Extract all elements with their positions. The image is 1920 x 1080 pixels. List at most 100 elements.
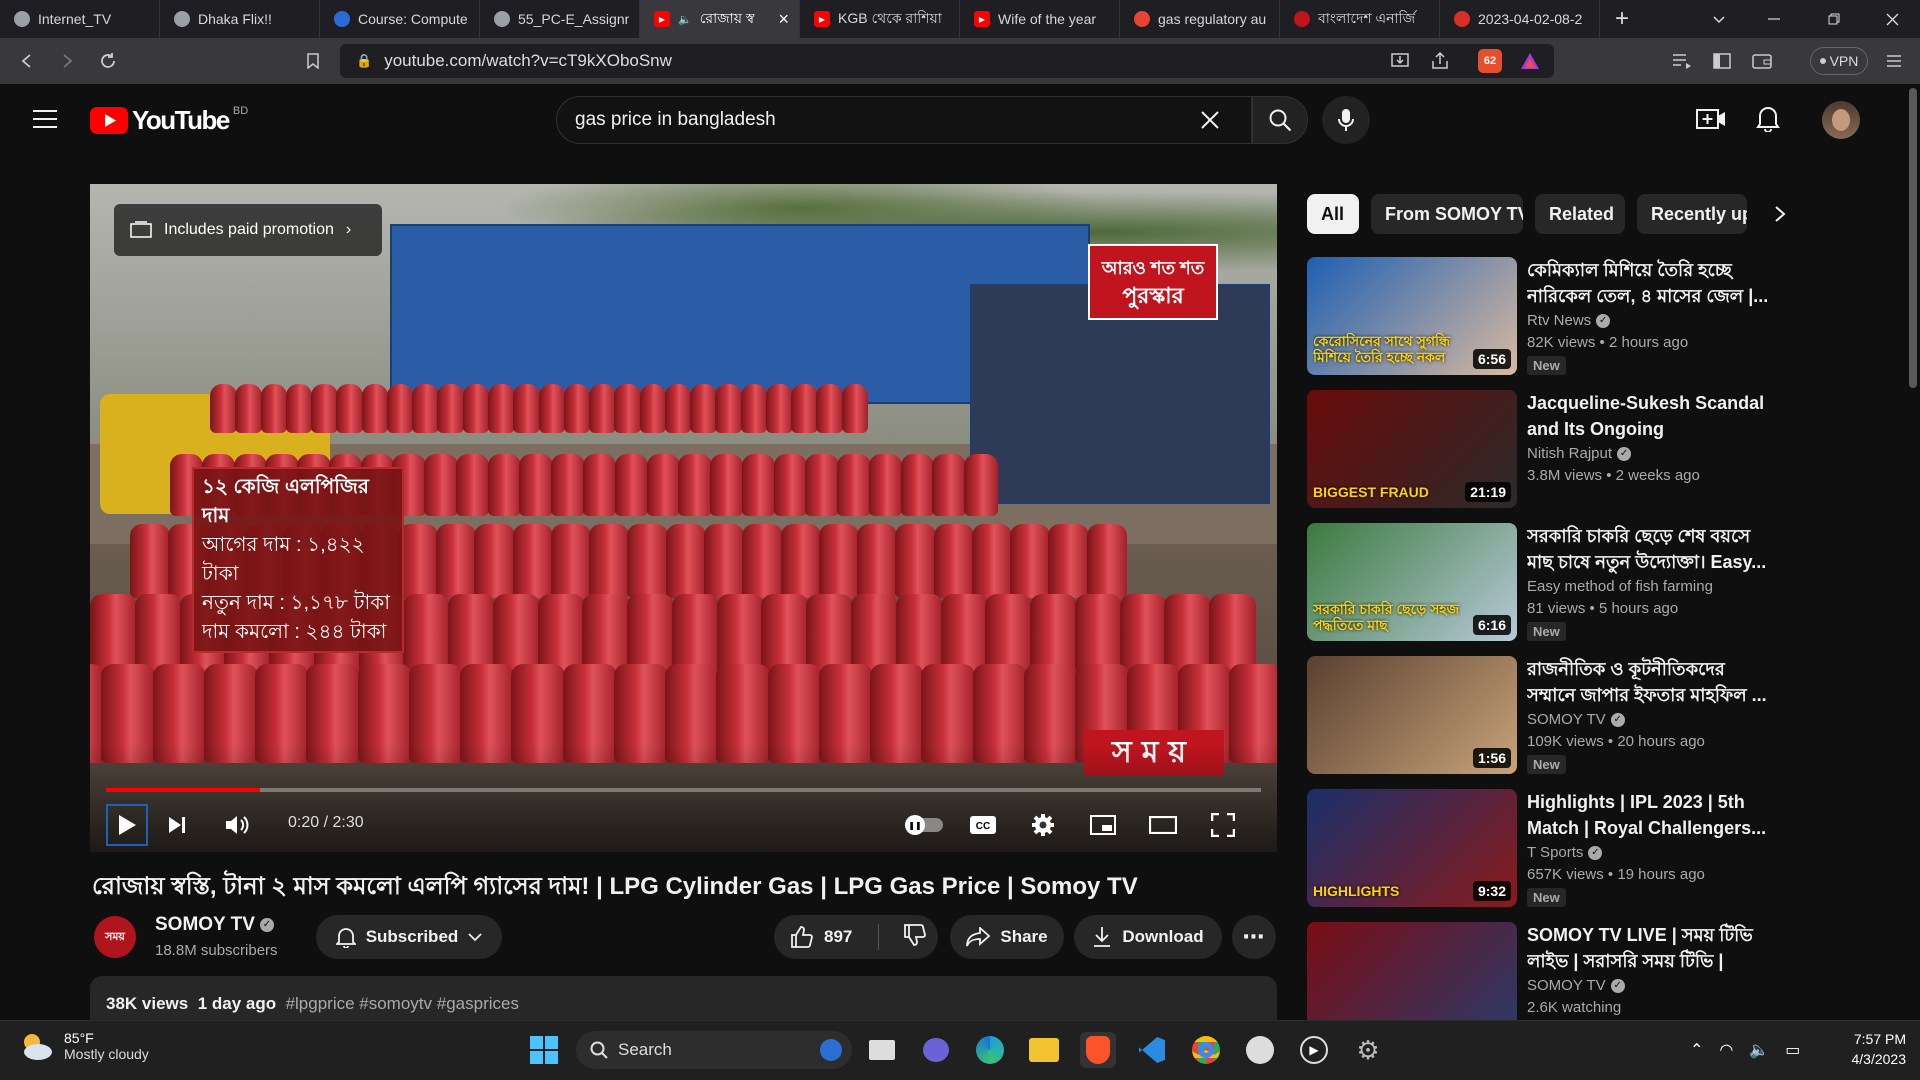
start-button[interactable] (526, 1032, 562, 1068)
recommendation-title[interactable]: Highlights | IPL 2023 | 5th Match | Roya… (1527, 789, 1777, 841)
browser-tab[interactable]: ▶ Wife of the year (960, 0, 1120, 38)
vpn-button[interactable]: VPN (1810, 47, 1868, 75)
edge-app[interactable] (972, 1032, 1008, 1068)
volume-button[interactable] (216, 804, 258, 846)
video-thumbnail[interactable]: HIGHLIGHTS 9:32 (1307, 789, 1517, 907)
recommendation-item[interactable]: BIGGEST FRAUD 21:19 Jacqueline-Sukesh Scan… (1307, 390, 1777, 508)
file-explorer-app[interactable] (1026, 1032, 1062, 1068)
video-thumbnail[interactable]: BIGGEST FRAUD 21:19 (1307, 390, 1517, 508)
playlist-button[interactable] (1670, 49, 1694, 73)
minimize-button[interactable] (1750, 0, 1798, 38)
autoplay-toggle[interactable]: ❚❚ (904, 804, 946, 846)
browser-tab[interactable]: ▶ 🔈 রোজায় স্ব × (640, 0, 800, 38)
settings-app[interactable]: ⚙ (1350, 1032, 1386, 1068)
recommendation-title[interactable]: সরকারি চাকরি ছেড়ে শেষ বয়সে মাছ চাষে নত… (1527, 523, 1777, 575)
channel-avatar[interactable]: সময় (94, 916, 136, 958)
tab-list-button[interactable] (1695, 0, 1743, 38)
sidebar-button[interactable] (1710, 49, 1734, 73)
brave-app[interactable] (1080, 1032, 1116, 1068)
back-button[interactable] (16, 50, 38, 72)
miniplayer-button[interactable] (1082, 804, 1124, 846)
recommendation-channel[interactable]: Easy method of fish farming (1527, 578, 1713, 595)
reload-button[interactable] (97, 50, 119, 72)
hashtags[interactable]: #lpgprice #somoytv #gasprices (286, 994, 519, 1013)
youtube-logo[interactable]: YouTube BD (90, 105, 248, 136)
maximize-button[interactable] (1810, 0, 1858, 38)
recommendation-channel[interactable]: Nitish Rajput ✓ (1527, 445, 1632, 462)
recommendation-channel[interactable]: Rtv News ✓ (1527, 312, 1611, 329)
task-view-button[interactable] (864, 1032, 900, 1068)
paid-promotion-label[interactable]: Includes paid promotion › (114, 204, 382, 256)
recommendation-item[interactable]: সরকারি চাকরি ছেড়ে সহজ পদ্ধতিতে মাছ 6:16 স… (1307, 523, 1777, 641)
notifications-button[interactable] (1756, 104, 1784, 134)
wallet-button[interactable] (1750, 49, 1774, 73)
forward-button[interactable] (56, 50, 78, 72)
fullscreen-button[interactable] (1202, 804, 1244, 846)
filter-chip[interactable]: All (1307, 194, 1359, 234)
recommendation-channel[interactable]: SOMOY TV ✓ (1527, 711, 1625, 728)
bookmark-button[interactable] (302, 50, 324, 72)
settings-button[interactable] (1022, 804, 1064, 846)
browser-tab[interactable]: Dhaka Flix!! (160, 0, 320, 38)
like-button[interactable]: 897 (790, 925, 852, 949)
page-scrollbar[interactable] (1906, 84, 1920, 1020)
browser-menu-button[interactable] (1882, 49, 1906, 73)
filter-chip[interactable]: Recently up (1637, 194, 1747, 234)
search-input[interactable]: gas price in bangladesh (556, 96, 1252, 144)
video-thumbnail[interactable]: 1:56 (1307, 656, 1517, 774)
video-thumbnail[interactable]: কেরোসিনের সাথে সুগন্ধি মিশিয়ে তৈরি হচ্ছ… (1307, 257, 1517, 375)
play-button[interactable] (106, 804, 148, 846)
teams-chat-app[interactable] (918, 1032, 954, 1068)
recommendation-item[interactable]: HIGHLIGHTS 9:32 Highlights | IPL 2023 | 5t… (1307, 789, 1777, 907)
guide-menu-button[interactable] (32, 108, 58, 132)
clock-app[interactable] (1242, 1032, 1278, 1068)
filter-chip[interactable]: From SOMOY TV (1371, 194, 1523, 234)
browser-tab[interactable]: Internet_TV (0, 0, 160, 38)
subscribed-button[interactable]: Subscribed (316, 915, 502, 959)
recommendation-title[interactable]: রাজনীতিক ও কূটনীতিকদের সম্মানে জাপার ইফত… (1527, 656, 1777, 708)
taskbar-search[interactable]: Search (576, 1031, 852, 1069)
vscode-app[interactable] (1134, 1032, 1170, 1068)
close-window-button[interactable] (1868, 0, 1916, 38)
recommendation-channel[interactable]: T Sports ✓ (1527, 844, 1603, 861)
create-button[interactable] (1696, 106, 1726, 134)
taskbar-clock[interactable]: 7:57 PM 4/3/2023 (1830, 1031, 1907, 1067)
audio-playing-icon[interactable]: 🔈 (678, 13, 692, 26)
address-bar[interactable]: 🔒 youtube.com/watch?v=cT9kXOboSnw (340, 44, 1554, 78)
recommendation-title[interactable]: SOMOY TV LIVE | সময় টিভি লাইভ | সরাসরি … (1527, 922, 1777, 974)
brave-shields-button[interactable]: 62 (1478, 49, 1502, 73)
browser-tab[interactable]: 2023-04-02-08-2 (1440, 0, 1600, 38)
video-thumbnail[interactable]: সরকারি চাকরি ছেড়ে সহজ পদ্ধতিতে মাছ 6:16 (1307, 523, 1517, 641)
weather-widget[interactable]: 85°F Mostly cloudy (18, 1030, 149, 1062)
share-button[interactable]: Share (950, 915, 1064, 959)
subtitles-button[interactable]: CC (962, 804, 1004, 846)
browser-tab[interactable]: ▶ KGB থেকে রাশিয়া (800, 0, 960, 38)
install-app-button[interactable] (1388, 49, 1412, 73)
chrome-app[interactable] (1188, 1032, 1224, 1068)
browser-tab[interactable]: Course: Compute (320, 0, 480, 38)
filter-chip[interactable]: Related (1535, 194, 1625, 234)
browser-tab[interactable]: বাংলাদেশ এনার্জি (1280, 0, 1440, 38)
theater-mode-button[interactable] (1142, 804, 1184, 846)
clear-search-button[interactable] (1196, 106, 1224, 134)
recommendation-channel[interactable]: SOMOY TV ✓ (1527, 977, 1625, 994)
video-player[interactable]: Includes paid promotion › ১২ কেজি এলপিজি… (90, 184, 1277, 852)
browser-tab[interactable]: 55_PC-E_Assignm (480, 0, 640, 38)
next-button[interactable] (156, 804, 198, 846)
more-actions-button[interactable]: ⋯ (1232, 915, 1276, 959)
recommendation-item[interactable]: 1:56 রাজনীতিক ও কূটনীতিকদের সম্মানে জাপার… (1307, 656, 1777, 774)
close-tab-icon[interactable]: × (778, 9, 789, 30)
media-player-app[interactable]: ▶ (1296, 1032, 1332, 1068)
chips-next-button[interactable] (1762, 196, 1798, 232)
brave-rewards-button[interactable] (1518, 49, 1542, 73)
dislike-button[interactable] (903, 923, 927, 952)
channel-name[interactable]: SOMOY TV ✓ (155, 914, 274, 936)
recommendation-item[interactable]: কেরোসিনের সাথে সুগন্ধি মিশিয়ে তৈরি হচ্ছ… (1307, 257, 1777, 375)
browser-tab[interactable]: gas regulatory au (1120, 0, 1280, 38)
system-tray[interactable]: ⌃ ◠ 🔈 ▭ (1690, 1040, 1800, 1060)
recommendation-title[interactable]: কেমিক্যাল মিশিয়ে তৈরি হচ্ছে নারিকেল তেল… (1527, 257, 1777, 309)
account-avatar[interactable] (1822, 101, 1860, 139)
scrollbar-thumb[interactable] (1909, 88, 1917, 388)
voice-search-button[interactable] (1322, 96, 1370, 144)
progress-bar[interactable] (106, 788, 1261, 792)
